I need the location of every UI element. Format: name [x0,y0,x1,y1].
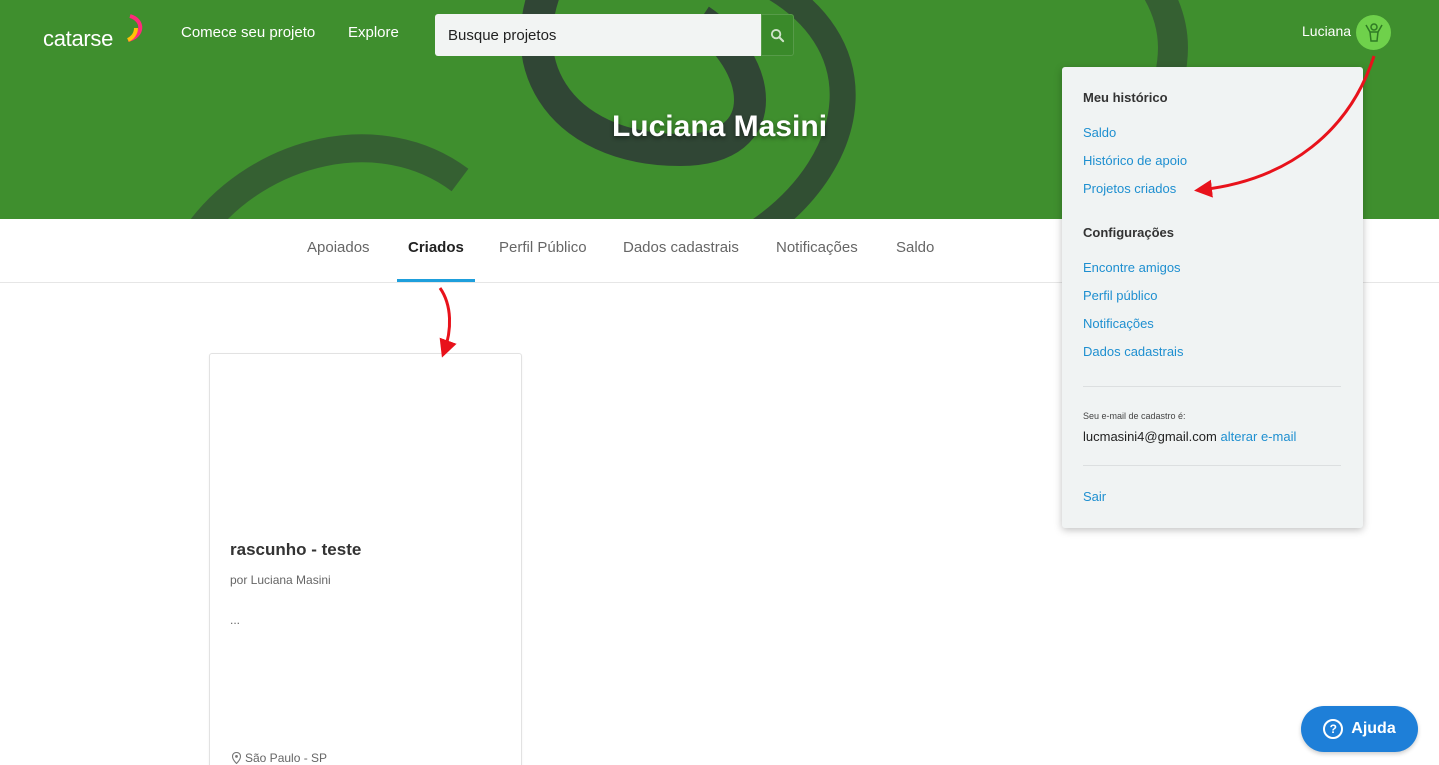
email-line: lucmasini4@gmail.com alterar e-mail [1083,429,1296,444]
menu-item-notificacoes[interactable]: Notificações [1083,316,1154,331]
tab-saldo[interactable]: Saldo [885,219,945,282]
tab-notificacoes[interactable]: Notificações [765,219,869,282]
logout-link[interactable]: Sair [1083,489,1106,504]
tab-perfil-publico[interactable]: Perfil Público [488,219,598,282]
annotation-arrow-card [438,287,457,358]
catarse-logo[interactable]: catarse [43,26,113,52]
menu-item-perfil-publico[interactable]: Perfil público [1083,288,1157,303]
project-description: ... [230,613,241,627]
menu-item-historico-apoio[interactable]: Histórico de apoio [1083,153,1187,168]
search-input[interactable] [435,14,762,56]
change-email-link[interactable]: alterar e-mail [1220,429,1296,444]
project-title[interactable]: rascunho - teste [230,540,361,560]
user-menu-name[interactable]: Luciana [1302,23,1351,39]
catarse-logo-icon [127,14,143,42]
tab-apoiados[interactable]: Apoiados [296,219,381,282]
menu-item-projetos-criados[interactable]: Projetos criados [1083,181,1176,196]
email-caption: Seu e-mail de cadastro é: [1083,411,1186,421]
project-location-text: São Paulo - SP [245,751,328,765]
tab-dados-cadastrais[interactable]: Dados cadastrais [612,219,750,282]
settings-heading: Configurações [1083,225,1175,240]
help-label: Ajuda [1351,720,1396,737]
map-pin-icon [232,752,241,764]
tab-criados[interactable]: Criados [397,219,475,282]
menu-divider [1083,386,1341,387]
email-value: lucmasini4@gmail.com [1083,429,1217,444]
history-heading: Meu histórico [1083,90,1168,105]
nav-start-project-link[interactable]: Comece seu projeto [181,24,315,41]
menu-item-saldo[interactable]: Saldo [1083,125,1116,140]
menu-item-dados-cadastrais[interactable]: Dados cadastrais [1083,344,1183,359]
avatar[interactable] [1356,15,1391,50]
question-icon: ? [1323,719,1344,739]
project-card[interactable]: rascunho - teste por Luciana Masini ... … [209,353,522,765]
user-figure-icon [1364,22,1383,42]
project-location: São Paulo - SP [232,751,327,765]
user-dropdown-menu: Meu histórico Saldo Histórico de apoio P… [1062,67,1363,528]
search-icon [770,28,785,42]
help-button[interactable]: ? Ajuda [1301,706,1418,752]
nav-explore-link[interactable]: Explore [348,24,399,41]
project-author: por Luciana Masini [230,573,331,587]
menu-divider [1083,465,1341,466]
search-button[interactable] [761,14,794,56]
menu-item-encontre-amigos[interactable]: Encontre amigos [1083,260,1181,275]
